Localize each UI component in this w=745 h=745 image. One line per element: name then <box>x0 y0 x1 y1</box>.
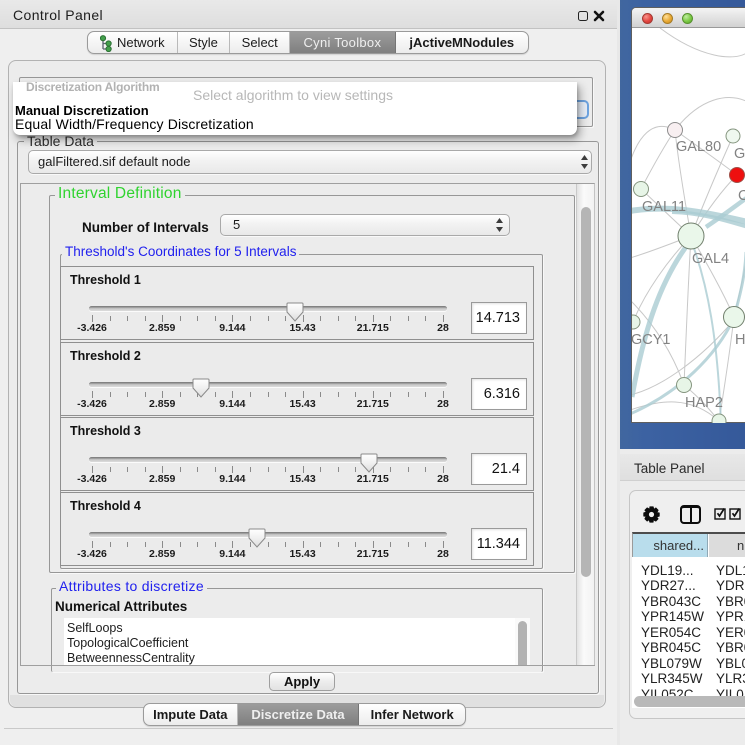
svg-text:H: H <box>735 332 745 348</box>
svg-text:GAL4: GAL4 <box>692 251 729 267</box>
svg-text:C: C <box>738 188 745 204</box>
svg-text:G.: G. <box>734 146 745 162</box>
svg-text:GCY1: GCY1 <box>632 332 671 348</box>
svg-text:GAL11: GAL11 <box>642 199 686 215</box>
svg-text:HAP2: HAP2 <box>685 395 723 411</box>
svg-text:GAL80: GAL80 <box>676 139 721 155</box>
